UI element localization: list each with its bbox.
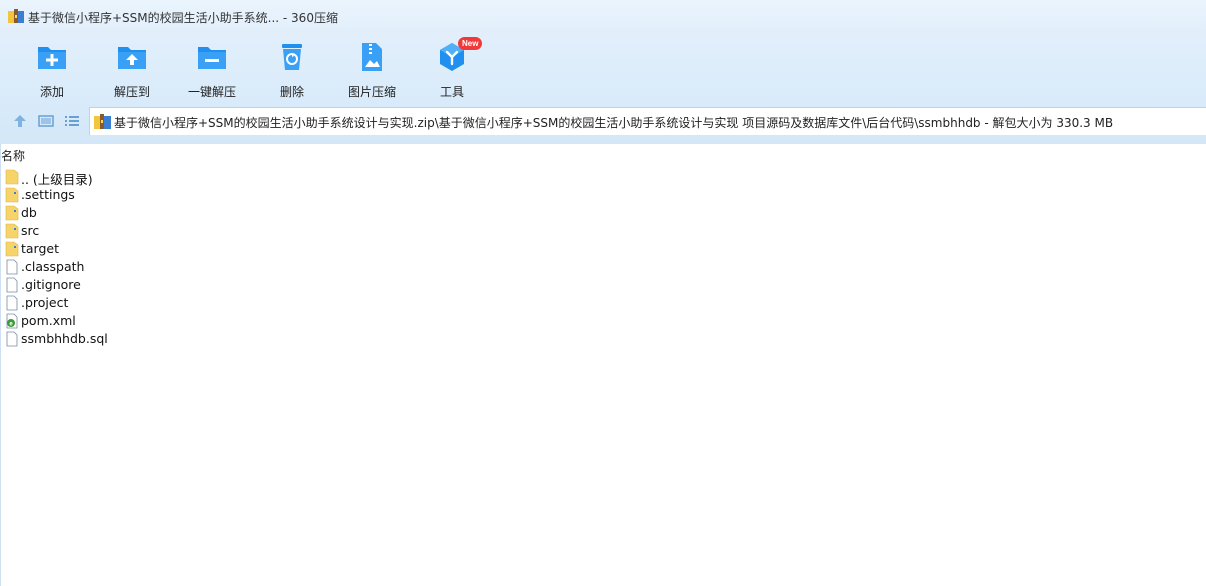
path-bar[interactable]: 基于微信小程序+SSM的校园生活小助手系统设计与实现.zip\基于微信小程序+S… <box>89 107 1206 135</box>
one-click-extract-icon <box>198 47 226 69</box>
file-name: ssmbhhdb.sql <box>21 331 108 346</box>
file-name: target <box>21 241 60 256</box>
file-icon <box>6 259 18 275</box>
list-view-icon[interactable] <box>63 112 81 130</box>
add-folder-icon <box>38 47 66 69</box>
xml-file-icon: e <box>6 313 18 329</box>
delete-label: 删除 <box>279 85 304 99</box>
folder-icon <box>5 241 19 257</box>
tools-label: 工具 <box>439 85 464 99</box>
image-compress-button[interactable]: 图片压缩 <box>332 38 412 99</box>
file-name: src <box>21 223 40 238</box>
file-list: .. (上级目录) .settings db src target .class… <box>1 168 401 348</box>
extract-to-icon <box>118 47 146 69</box>
list-item[interactable]: ssmbhhdb.sql <box>1 330 401 348</box>
file-name: .classpath <box>21 259 85 274</box>
window-title: 基于微信小程序+SSM的校园生活小助手系统... - 360压缩 <box>28 11 338 25</box>
up-arrow-icon[interactable] <box>11 112 29 130</box>
list-item[interactable]: .settings <box>1 186 401 204</box>
file-icon <box>6 331 18 347</box>
list-item[interactable]: .. (上级目录) <box>1 168 401 187</box>
file-name: db <box>21 205 37 220</box>
list-item[interactable]: .classpath <box>1 258 401 276</box>
image-compress-label: 图片压缩 <box>347 85 396 99</box>
file-name: pom.xml <box>21 313 76 328</box>
extract-to-button[interactable]: 解压到 <box>92 38 172 99</box>
extract-to-label: 解压到 <box>113 85 150 99</box>
list-item[interactable]: src <box>1 222 401 240</box>
archive-app-icon <box>8 9 24 23</box>
path-text: 基于微信小程序+SSM的校园生活小助手系统设计与实现.zip\基于微信小程序+S… <box>114 116 1114 130</box>
list-item[interactable]: db <box>1 204 401 222</box>
archive-path-icon <box>94 114 111 129</box>
folder-icon <box>5 169 19 185</box>
folder-icon <box>5 205 19 221</box>
delete-button[interactable]: 删除 <box>252 38 332 99</box>
title-bar: 基于微信小程序+SSM的校园生活小助手系统... - 360压缩 <box>0 0 1206 32</box>
toolbar: 添加 解压到 一键解压 删除 图片压缩 New 工具 <box>0 32 1206 100</box>
folder-icon <box>5 223 19 239</box>
trash-icon <box>282 44 302 70</box>
tools-button[interactable]: New 工具 <box>412 37 492 99</box>
one-click-extract-button[interactable]: 一键解压 <box>172 38 252 99</box>
list-item[interactable]: .gitignore <box>1 276 401 294</box>
navigation-bar: 基于微信小程序+SSM的校园生活小助手系统设计与实现.zip\基于微信小程序+S… <box>0 100 1206 144</box>
file-name: .project <box>21 295 69 310</box>
add-label: 添加 <box>39 85 64 99</box>
one-click-extract-label: 一键解压 <box>187 85 236 99</box>
new-badge: New <box>458 37 483 50</box>
file-list-panel: 名称 .. (上级目录) .settings db src target .cl… <box>0 144 1206 586</box>
list-item[interactable]: .project <box>1 294 401 312</box>
add-button[interactable]: 添加 <box>12 38 92 99</box>
file-name: .gitignore <box>21 277 81 292</box>
thumbnail-view-icon[interactable] <box>37 112 55 130</box>
file-name: .settings <box>21 187 75 202</box>
folder-icon <box>5 187 19 203</box>
column-header-name[interactable]: 名称 <box>1 147 25 164</box>
file-icon <box>6 295 18 311</box>
file-icon <box>6 277 18 293</box>
list-item[interactable]: target <box>1 240 401 258</box>
image-compress-icon <box>362 43 382 71</box>
list-item[interactable]: e pom.xml <box>1 312 401 330</box>
